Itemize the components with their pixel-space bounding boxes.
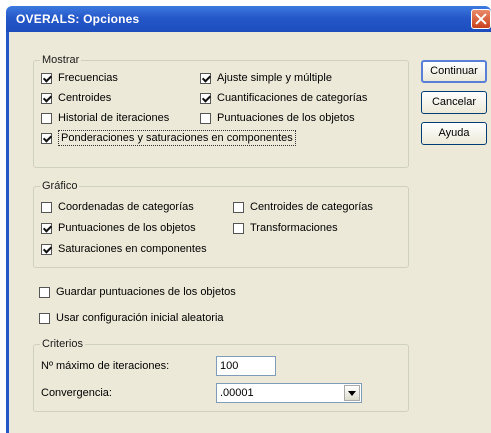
puntuaciones-objetos-checkbox[interactable]: Puntuaciones de los objetos [200, 112, 355, 124]
coordenadas-checkbox[interactable]: Coordenadas de categorías [41, 201, 194, 213]
convergence-label: Convergencia: [41, 387, 112, 399]
historial-checkbox[interactable]: Historial de iteraciones [41, 112, 169, 124]
checkbox-box [233, 222, 244, 234]
checkbox-box [41, 92, 52, 104]
chevron-down-icon[interactable] [344, 385, 360, 401]
coordenadas-label: Coordenadas de categorías [58, 201, 194, 214]
checkbox-box [233, 201, 244, 213]
frecuencias-checkbox[interactable]: Frecuencias [41, 72, 118, 84]
frecuencias-label: Frecuencias [58, 72, 118, 85]
dialog-body: Mostrar Frecuencias Ajuste simple y múlt… [6, 32, 491, 433]
guardar-checkbox[interactable]: Guardar puntuaciones de los objetos [39, 286, 236, 298]
cuantificaciones-label: Cuantificaciones de categorías [217, 92, 368, 105]
ponderaciones-checkbox[interactable]: Ponderaciones y saturaciones en componen… [41, 130, 296, 147]
continue-button[interactable]: Continuar [421, 60, 487, 83]
cancel-button[interactable]: Cancelar [421, 91, 487, 114]
criterios-group-label: Criterios [40, 338, 85, 350]
puntuaciones-grafico-label: Puntuaciones de los objetos [58, 222, 196, 235]
checkbox-box [200, 92, 211, 104]
checkbox-box [41, 243, 52, 255]
guardar-label: Guardar puntuaciones de los objetos [56, 286, 236, 299]
checkbox-box [41, 222, 52, 234]
transformaciones-label: Transformaciones [250, 222, 338, 235]
ponderaciones-label: Ponderaciones y saturaciones en componen… [58, 130, 296, 147]
transformaciones-checkbox[interactable]: Transformaciones [233, 222, 338, 234]
grafico-group-label: Gráfico [40, 180, 80, 192]
historial-label: Historial de iteraciones [58, 112, 170, 125]
centroides-categorias-label: Centroides de categorías [250, 201, 373, 214]
centroides-label: Centroides [58, 92, 112, 105]
centroides-checkbox[interactable]: Centroides [41, 92, 111, 104]
mostrar-group: Mostrar Frecuencias Ajuste simple y múlt… [33, 54, 409, 168]
checkbox-box [41, 201, 52, 213]
puntuaciones-grafico-checkbox[interactable]: Puntuaciones de los objetos [41, 222, 196, 234]
checkbox-box [41, 112, 52, 124]
checkbox-box [41, 132, 52, 144]
saturaciones-label: Saturaciones en componentes [58, 243, 207, 256]
grafico-group: Gráfico Coordenadas de categorías Centro… [33, 180, 409, 268]
puntuaciones-objetos-label: Puntuaciones de los objetos [217, 112, 355, 125]
cuantificaciones-checkbox[interactable]: Cuantificaciones de categorías [200, 92, 367, 104]
ajuste-label: Ajuste simple y múltiple [217, 72, 332, 85]
close-icon[interactable] [471, 9, 491, 29]
max-iter-value: 100 [220, 360, 239, 372]
checkbox-box [39, 286, 50, 298]
checkbox-box [41, 72, 52, 84]
centroides-categorias-checkbox[interactable]: Centroides de categorías [233, 201, 373, 213]
convergence-value: .00001 [220, 387, 254, 399]
aleatoria-label: Usar configuración inicial aleatoria [56, 312, 224, 325]
max-iter-label: Nº máximo de iteraciones: [41, 360, 170, 372]
mostrar-group-label: Mostrar [40, 54, 82, 66]
criterios-group: Criterios Nº máximo de iteraciones: 100 … [33, 338, 409, 412]
max-iter-input[interactable]: 100 [216, 356, 276, 376]
title-bar: OVERALS: Opciones [6, 6, 491, 32]
help-button[interactable]: Ayuda [421, 122, 487, 145]
saturaciones-checkbox[interactable]: Saturaciones en componentes [41, 243, 207, 255]
aleatoria-checkbox[interactable]: Usar configuración inicial aleatoria [39, 312, 224, 324]
convergence-select[interactable]: .00001 [216, 383, 362, 403]
window-title: OVERALS: Opciones [16, 12, 140, 26]
checkbox-box [200, 112, 211, 124]
checkbox-box [39, 312, 50, 324]
ajuste-checkbox[interactable]: Ajuste simple y múltiple [200, 72, 332, 84]
checkbox-box [200, 72, 211, 84]
